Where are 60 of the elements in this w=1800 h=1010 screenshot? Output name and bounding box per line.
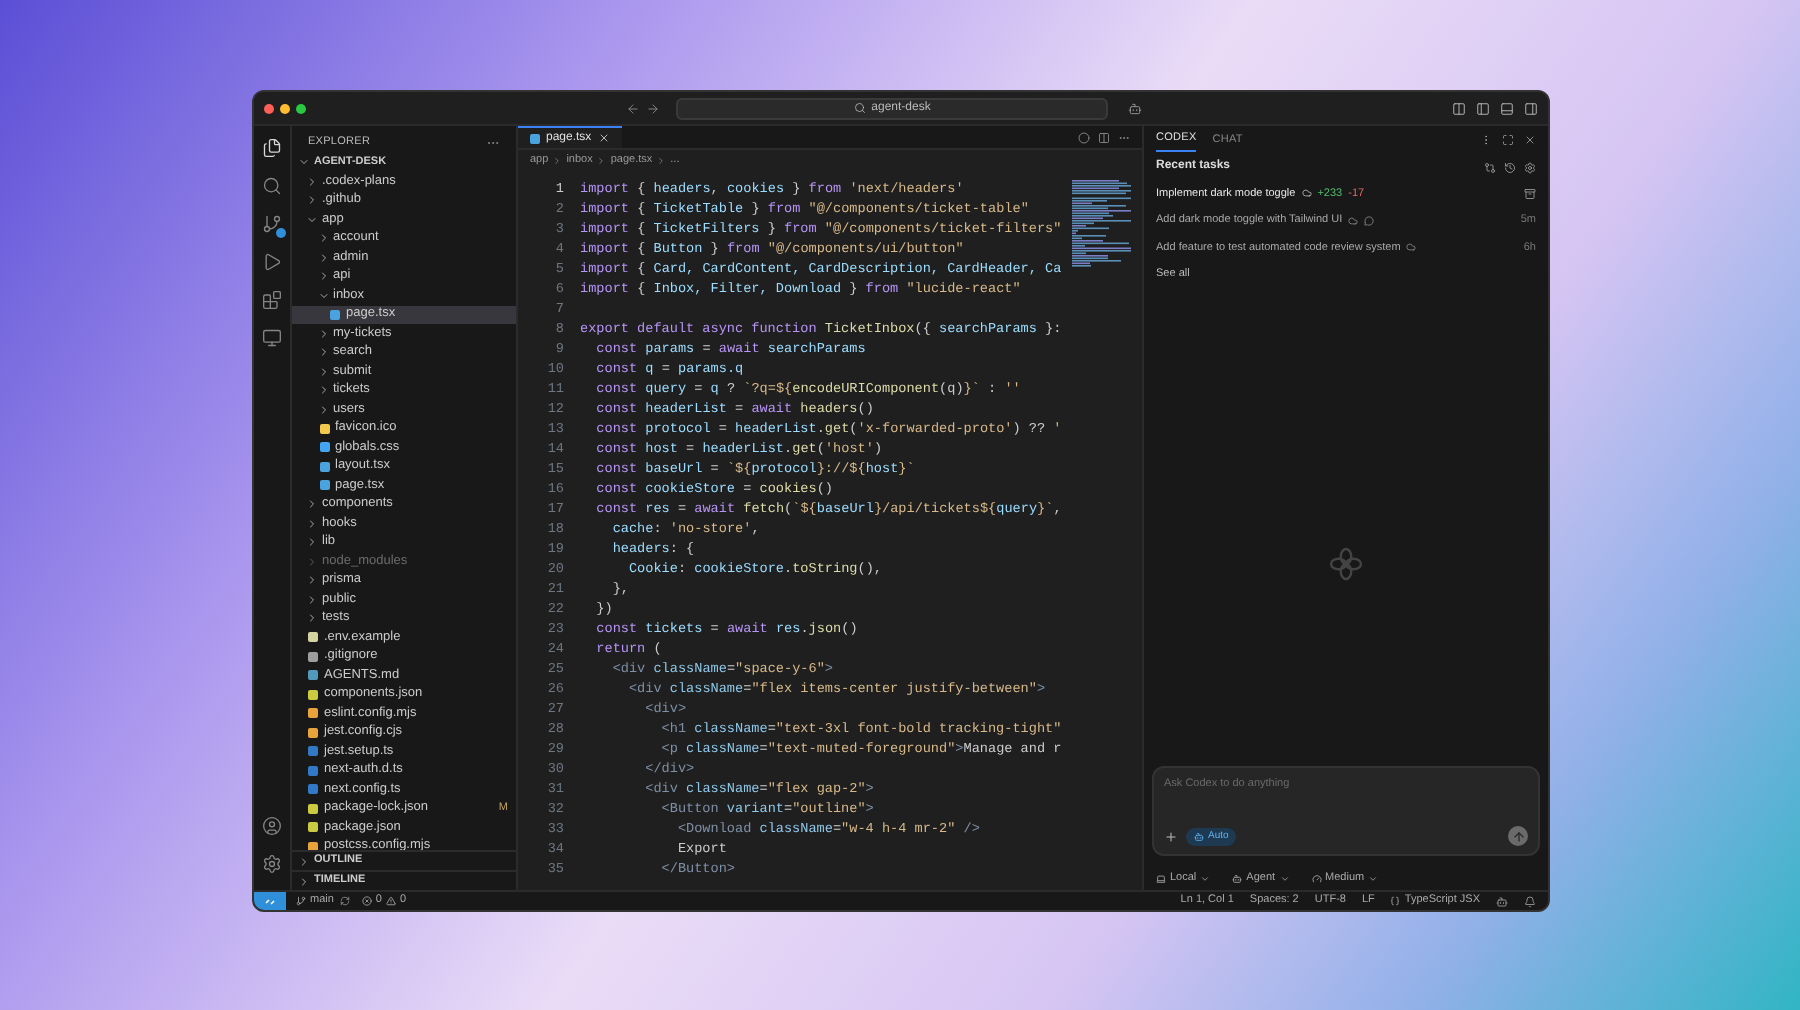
chevron-down-icon [1200,873,1211,883]
cloud-icon [1348,215,1359,226]
split-editor-icon[interactable] [1098,131,1110,143]
chevron-down-icon [298,156,310,168]
laptop-icon [1156,873,1166,883]
explorer-icon[interactable] [262,138,282,158]
search-icon[interactable] [262,176,282,196]
archive-icon[interactable] [1524,187,1536,200]
warning-icon [385,896,396,906]
robot-icon [1194,831,1204,841]
cloud-icon [1301,188,1312,199]
remote-icon [264,895,276,907]
file-icon [330,309,340,320]
toggle-panel-icon[interactable] [1500,101,1514,115]
search-icon [853,102,866,114]
flower-logo-icon [1328,545,1364,582]
branch-icon [296,896,306,906]
sync-icon[interactable] [339,896,350,906]
window-close-control[interactable] [264,103,274,113]
window-minimize-control[interactable] [280,103,290,113]
gauge-icon [1311,873,1322,883]
circle-icon[interactable] [1078,131,1090,143]
compare-icon[interactable] [1484,161,1496,173]
settings-icon[interactable] [1524,161,1536,173]
chevron-down-icon [306,213,318,226]
robot-icon[interactable] [1128,101,1142,115]
chevron-down-icon [1368,873,1379,883]
remote-explorer-icon[interactable] [262,328,282,348]
chevron-down-icon [317,289,329,302]
split-layout-icon[interactable] [1452,101,1466,115]
account-icon[interactable] [262,816,282,836]
run-debug-icon[interactable] [262,252,282,272]
history-icon[interactable] [1504,161,1516,173]
extensions-icon[interactable] [262,290,282,310]
chevron-right-icon [596,156,607,166]
settings-icon[interactable] [262,854,282,874]
minimap-drawing [1072,180,1136,268]
comment-icon [1364,215,1375,226]
arrow-up-icon [1511,829,1525,843]
file-icon [530,133,540,143]
close-icon[interactable] [1524,134,1536,146]
send-button[interactable] [1508,826,1528,846]
window-maximize-control[interactable] [296,103,306,113]
source-control-icon[interactable] [262,214,282,234]
remote-indicator[interactable] [254,892,286,910]
notification-icon[interactable] [1524,895,1536,907]
chevron-right-icon [656,156,667,166]
back-icon[interactable] [626,101,640,115]
chevron-right-icon [552,156,563,166]
forward-icon[interactable] [646,101,660,115]
cloud-icon [1406,242,1417,253]
braces-icon [1390,896,1401,906]
robot-icon [1232,873,1243,883]
toggle-sidebar-icon[interactable] [1476,101,1490,115]
chevron-down-icon [1279,873,1290,883]
robot-icon[interactable] [1496,895,1508,907]
toggle-secondary-sidebar-icon[interactable] [1524,101,1538,115]
add-button[interactable] [1164,829,1178,843]
error-icon [361,896,372,906]
plus-icon [1164,829,1178,843]
